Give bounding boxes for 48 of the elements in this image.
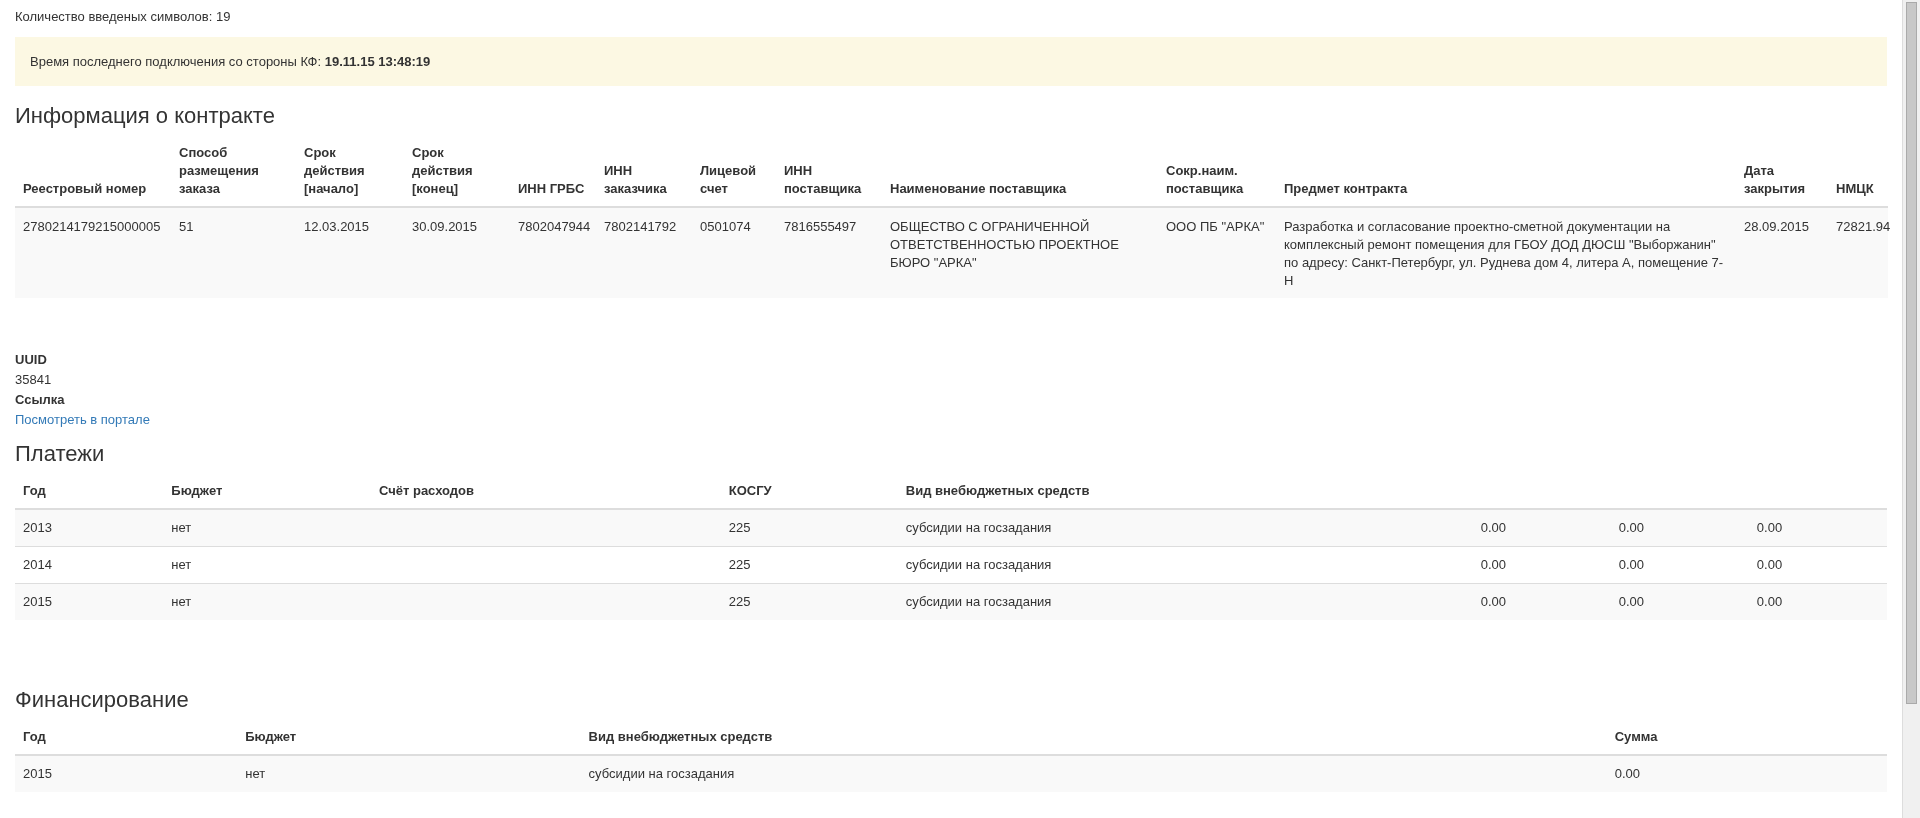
table-cell: 0.00 (1472, 509, 1611, 547)
table-cell: 2014 (15, 546, 164, 584)
table-cell: 30.09.2015 (404, 207, 510, 298)
table-cell: нет (163, 546, 371, 584)
connection-alert: Время последнего подключения со стороны КФ: 19.11.15 13:48:19 (15, 37, 1887, 86)
table-cell: субсидии на госзадания (897, 546, 1473, 584)
table-cell: 28.09.2015 (1736, 207, 1828, 298)
table-cell: 0501074 (692, 207, 776, 298)
table-cell: нет (237, 755, 581, 792)
detail-label: Ссылка (15, 391, 66, 409)
table-cell: 0.00 (1748, 509, 1887, 547)
table-cell: 0.00 (1610, 583, 1749, 620)
table-cell: 2780214179215000005 (15, 207, 171, 298)
table-cell: 0.00 (1472, 583, 1611, 620)
table-cell: ООО ПБ "АРКА" (1158, 207, 1276, 298)
table-cell: 0.00 (1472, 546, 1611, 584)
table-cell: 0.00 (1748, 546, 1887, 584)
table-cell: 12.03.2015 (296, 207, 404, 298)
table-cell: 7802047944 (510, 207, 596, 298)
portal-link[interactable]: Посмотреть в портале (15, 412, 150, 427)
detail-value: 35841 (15, 371, 53, 389)
table-cell: 7816555497 (776, 207, 882, 298)
table-cell: 51 (171, 207, 296, 298)
table-cell: субсидии на госзадания (580, 755, 1607, 792)
table-cell: нет (163, 583, 371, 620)
table-cell: 2013 (15, 509, 164, 547)
section-title: Финансирование (15, 686, 190, 714)
table-cell: 225 (720, 583, 898, 620)
table-cell: субсидии на госзадания (897, 509, 1473, 547)
table-cell: 225 (720, 546, 898, 584)
scrollbar[interactable] (1902, 0, 1920, 818)
table-cell: 225 (720, 509, 898, 547)
table-cell: 0.00 (1610, 546, 1749, 584)
table-cell: 0.00 (1748, 583, 1887, 620)
table-cell: Разработка и согласование проектно-сметной документации на комплексный ремонт помещения для ГБОУ ДОД ДЮСШ "Выборжанин" по адресу: Санкт-Петербург, ул. Руднева дом 4, литера А, помещение 7-Н (1276, 207, 1736, 298)
table-cell: 0.00 (1606, 755, 1887, 792)
section-title: Платежи (15, 440, 106, 468)
table-cell: 72821.94 (1828, 207, 1888, 298)
section-title: Информация о контракте (15, 102, 276, 130)
detail-label: UUID (15, 351, 48, 369)
table-cell: 2015 (15, 583, 164, 620)
char-count: Количество введеных символов: 19 (15, 8, 232, 25)
table-cell: субсидии на госзадания (897, 583, 1473, 620)
table-cell: 7802141792 (596, 207, 692, 298)
table-cell: 0.00 (1610, 509, 1749, 547)
table-cell: ОБЩЕСТВО С ОГРАНИЧЕННОЙ ОТВЕТСТВЕННОСТЬЮ ПРОЕКТНОЕ БЮРО "АРКА" (882, 207, 1158, 298)
table-cell: нет (163, 509, 371, 547)
table-cell: 2015 (15, 755, 238, 792)
